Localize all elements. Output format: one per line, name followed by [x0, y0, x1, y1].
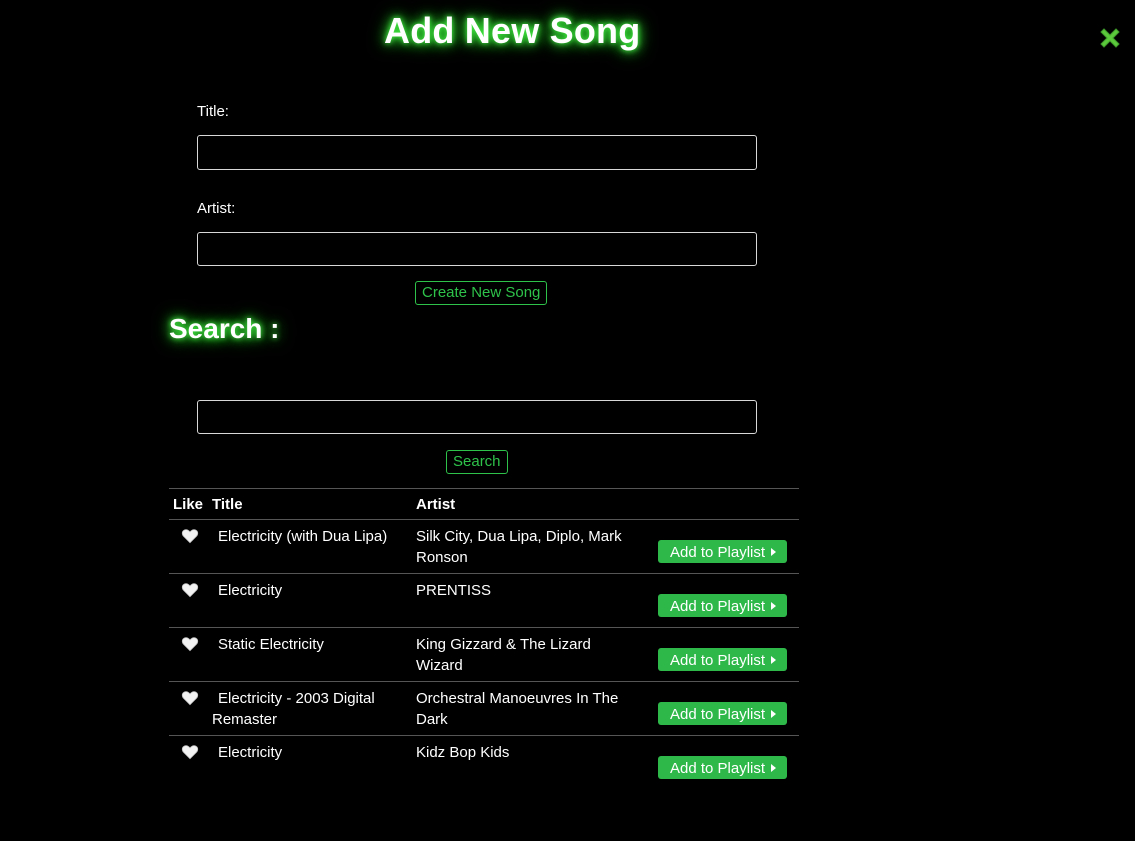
table-row: Electricity PRENTISS Add to Playlist: [169, 574, 799, 628]
caret-right-icon: [771, 656, 776, 664]
heart-outline-icon: [181, 583, 199, 598]
heart-outline-icon: [181, 637, 199, 652]
close-button[interactable]: [1096, 24, 1124, 52]
search-input[interactable]: [197, 400, 757, 434]
table-row: Electricity Kidz Bop Kids Add to Playlis…: [169, 736, 799, 789]
add-to-playlist-label: Add to Playlist: [670, 706, 766, 723]
search-heading: Search :: [169, 313, 280, 344]
add-to-playlist-button[interactable]: Add to Playlist: [658, 540, 787, 563]
heart-outline-icon: [181, 745, 199, 760]
header-title: Title: [212, 496, 243, 513]
page-title: Add New Song: [384, 10, 641, 51]
title-input[interactable]: [197, 135, 757, 170]
add-to-playlist-label: Add to Playlist: [670, 598, 766, 615]
table-header: Like Title Artist: [169, 489, 799, 520]
like-button[interactable]: [181, 635, 199, 653]
header-like: Like: [173, 496, 204, 513]
like-button[interactable]: [181, 527, 199, 545]
like-button[interactable]: [181, 743, 199, 761]
like-button[interactable]: [181, 581, 199, 599]
artist-label: Artist:: [197, 200, 236, 217]
title-label: Title:: [197, 103, 229, 120]
caret-right-icon: [771, 548, 776, 556]
song-artist: Orchestral Manoeuvres In The Dark: [416, 690, 619, 728]
caret-right-icon: [771, 710, 776, 718]
add-to-playlist-label: Add to Playlist: [670, 760, 766, 777]
song-artist: King Gizzard & The Lizard Wizard: [416, 636, 591, 674]
song-artist: Silk City, Dua Lipa, Diplo, Mark Ronson: [416, 528, 622, 566]
like-button[interactable]: [181, 689, 199, 707]
song-artist: Kidz Bop Kids: [416, 744, 510, 761]
caret-right-icon: [771, 764, 776, 772]
song-title: Electricity: [218, 744, 283, 761]
song-artist: PRENTISS: [416, 582, 492, 599]
heart-outline-icon: [181, 529, 199, 544]
add-to-playlist-label: Add to Playlist: [670, 652, 766, 669]
results-table: Like Title Artist Electricity (with Dua …: [169, 488, 799, 789]
table-row: Electricity (with Dua Lipa) Silk City, D…: [169, 520, 799, 574]
artist-input[interactable]: [197, 232, 757, 266]
close-icon: [1100, 28, 1120, 48]
add-song-page: Add New Song Title: Artist: Create New S…: [0, 0, 1135, 841]
table-row: Electricity - 2003 Digital Remaster Orch…: [169, 682, 799, 736]
table-row: Static Electricity King Gizzard & The Li…: [169, 628, 799, 682]
heart-outline-icon: [181, 691, 199, 706]
create-new-song-button[interactable]: Create New Song: [415, 281, 548, 305]
add-to-playlist-button[interactable]: Add to Playlist: [658, 702, 787, 725]
add-to-playlist-button[interactable]: Add to Playlist: [658, 756, 787, 779]
song-title: Electricity - 2003 Digital Remaster: [212, 690, 375, 728]
song-title: Electricity (with Dua Lipa): [218, 528, 388, 545]
add-to-playlist-button[interactable]: Add to Playlist: [658, 648, 787, 671]
add-to-playlist-button[interactable]: Add to Playlist: [658, 594, 787, 617]
song-title: Electricity: [218, 582, 283, 599]
search-button[interactable]: Search: [446, 450, 508, 474]
caret-right-icon: [771, 602, 776, 610]
song-title: Static Electricity: [218, 636, 324, 653]
add-to-playlist-label: Add to Playlist: [670, 544, 766, 561]
header-artist: Artist: [416, 496, 456, 513]
